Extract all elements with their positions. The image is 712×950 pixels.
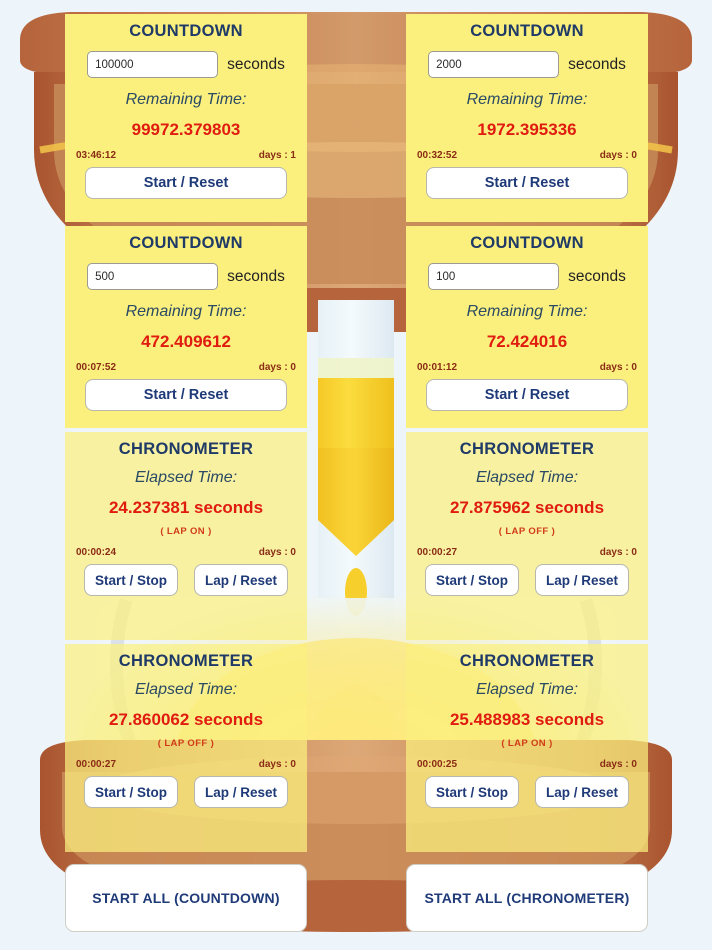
countdown-seconds-input[interactable] xyxy=(428,51,560,78)
clock-readout: 00:32:52 xyxy=(417,150,458,161)
countdown-input-row: seconds xyxy=(65,51,307,78)
countdown-clock-row: 00:07:52 days : 0 xyxy=(65,362,307,373)
chronometer-panel-2: CHRONOMETER Elapsed Time: 27.875962 seco… xyxy=(406,432,648,640)
elapsed-time-label: Elapsed Time: xyxy=(134,681,238,698)
elapsed-time-value: 25.488983 seconds xyxy=(449,710,605,729)
countdown-title: COUNTDOWN xyxy=(470,22,584,40)
countdown-seconds-input[interactable] xyxy=(87,51,219,78)
start-stop-button[interactable]: Start / Stop xyxy=(84,776,178,808)
days-readout: days : 0 xyxy=(258,547,296,558)
clock-readout: 00:00:25 xyxy=(417,759,458,770)
start-reset-button[interactable]: Start / Reset xyxy=(426,379,628,411)
elapsed-time-value: 24.237381 seconds xyxy=(108,498,264,517)
start-all-chronometer-button[interactable]: START ALL (CHRONOMETER) xyxy=(406,864,648,932)
lap-reset-button[interactable]: Lap / Reset xyxy=(194,776,288,808)
chronometer-title: CHRONOMETER xyxy=(118,440,254,458)
clock-readout: 00:00:27 xyxy=(76,759,117,770)
remaining-time-value: 72.424016 xyxy=(486,332,568,351)
seconds-unit-label: seconds xyxy=(568,55,626,73)
countdown-input-row: seconds xyxy=(406,263,648,290)
countdown-title: COUNTDOWN xyxy=(470,234,584,252)
clock-readout: 00:01:12 xyxy=(417,362,458,373)
days-readout: days : 1 xyxy=(258,150,296,161)
days-readout: days : 0 xyxy=(599,150,637,161)
elapsed-time-value: 27.875962 seconds xyxy=(449,498,605,517)
clock-readout: 03:46:12 xyxy=(76,150,117,161)
elapsed-time-label: Elapsed Time: xyxy=(475,681,579,698)
remaining-time-label: Remaining Time: xyxy=(466,303,588,320)
app-stage: COUNTDOWN seconds Remaining Time: 99972.… xyxy=(0,0,712,950)
lap-status: ( LAP ON ) xyxy=(160,526,212,537)
lap-reset-button[interactable]: Lap / Reset xyxy=(535,776,629,808)
chronometer-panel-4: CHRONOMETER Elapsed Time: 25.488983 seco… xyxy=(406,644,648,852)
countdown-input-row: seconds xyxy=(406,51,648,78)
clock-readout: 00:07:52 xyxy=(76,362,117,373)
remaining-time-value: 1972.395336 xyxy=(477,120,577,139)
days-readout: days : 0 xyxy=(599,759,637,770)
seconds-unit-label: seconds xyxy=(227,267,285,285)
remaining-time-label: Remaining Time: xyxy=(125,303,247,320)
chronometer-title: CHRONOMETER xyxy=(459,440,595,458)
countdown-seconds-input[interactable] xyxy=(87,263,219,290)
elapsed-time-label: Elapsed Time: xyxy=(134,469,238,486)
start-stop-button[interactable]: Start / Stop xyxy=(84,564,178,596)
timer-grid: COUNTDOWN seconds Remaining Time: 99972.… xyxy=(0,0,712,950)
countdown-panel-3: COUNTDOWN seconds Remaining Time: 472.40… xyxy=(65,226,307,428)
chronometer-button-row: Start / Stop Lap / Reset xyxy=(406,776,648,808)
elapsed-time-value: 27.860062 seconds xyxy=(108,710,264,729)
chronometer-button-row: Start / Stop Lap / Reset xyxy=(65,564,307,596)
chronometer-clock-row: 00:00:24 days : 0 xyxy=(65,547,307,558)
clock-readout: 00:00:27 xyxy=(417,547,458,558)
chronometer-title: CHRONOMETER xyxy=(118,652,254,670)
start-stop-button[interactable]: Start / Stop xyxy=(425,564,519,596)
chronometer-button-row: Start / Stop Lap / Reset xyxy=(406,564,648,596)
clock-readout: 00:00:24 xyxy=(76,547,117,558)
start-all-countdown-button[interactable]: START ALL (COUNTDOWN) xyxy=(65,864,307,932)
chronometer-title: CHRONOMETER xyxy=(459,652,595,670)
countdown-clock-row: 00:01:12 days : 0 xyxy=(406,362,648,373)
countdown-input-row: seconds xyxy=(65,263,307,290)
countdown-title: COUNTDOWN xyxy=(129,22,243,40)
seconds-unit-label: seconds xyxy=(227,55,285,73)
elapsed-time-label: Elapsed Time: xyxy=(475,469,579,486)
lap-reset-button[interactable]: Lap / Reset xyxy=(535,564,629,596)
countdown-panel-2: COUNTDOWN seconds Remaining Time: 1972.3… xyxy=(406,14,648,222)
chronometer-clock-row: 00:00:27 days : 0 xyxy=(406,547,648,558)
seconds-unit-label: seconds xyxy=(568,267,626,285)
days-readout: days : 0 xyxy=(599,362,637,373)
remaining-time-value: 99972.379803 xyxy=(131,120,241,139)
chronometer-clock-row: 00:00:25 days : 0 xyxy=(406,759,648,770)
remaining-time-label: Remaining Time: xyxy=(125,91,247,108)
chronometer-clock-row: 00:00:27 days : 0 xyxy=(65,759,307,770)
countdown-clock-row: 00:32:52 days : 0 xyxy=(406,150,648,161)
countdown-clock-row: 03:46:12 days : 1 xyxy=(65,150,307,161)
start-reset-button[interactable]: Start / Reset xyxy=(85,379,287,411)
lap-status: ( LAP ON ) xyxy=(501,738,553,749)
start-reset-button[interactable]: Start / Reset xyxy=(85,167,287,199)
chronometer-panel-1: CHRONOMETER Elapsed Time: 24.237381 seco… xyxy=(65,432,307,640)
lap-status: ( LAP OFF ) xyxy=(157,738,215,749)
countdown-panel-1: COUNTDOWN seconds Remaining Time: 99972.… xyxy=(65,14,307,222)
countdown-title: COUNTDOWN xyxy=(129,234,243,252)
chronometer-button-row: Start / Stop Lap / Reset xyxy=(65,776,307,808)
remaining-time-label: Remaining Time: xyxy=(466,91,588,108)
remaining-time-value: 472.409612 xyxy=(141,332,231,351)
days-readout: days : 0 xyxy=(258,362,296,373)
countdown-panel-4: COUNTDOWN seconds Remaining Time: 72.424… xyxy=(406,226,648,428)
start-stop-button[interactable]: Start / Stop xyxy=(425,776,519,808)
days-readout: days : 0 xyxy=(599,547,637,558)
days-readout: days : 0 xyxy=(258,759,296,770)
chronometer-panel-3: CHRONOMETER Elapsed Time: 27.860062 seco… xyxy=(65,644,307,852)
lap-reset-button[interactable]: Lap / Reset xyxy=(194,564,288,596)
countdown-seconds-input[interactable] xyxy=(428,263,560,290)
start-reset-button[interactable]: Start / Reset xyxy=(426,167,628,199)
lap-status: ( LAP OFF ) xyxy=(498,526,556,537)
